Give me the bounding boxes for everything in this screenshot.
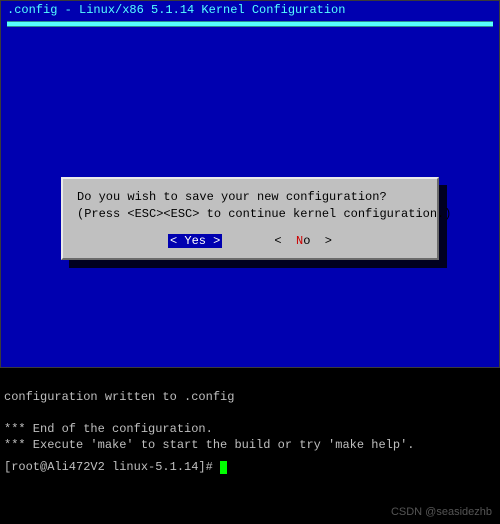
shell-prompt-line[interactable]: [root@Ali472V2 linux-5.1.14]# <box>4 459 496 475</box>
screen: .config - Linux/x86 5.1.14 Kernel Config… <box>0 0 500 524</box>
term-line-end: *** End of the configuration. <box>4 422 213 436</box>
yes-button[interactable]: < Yes > <box>168 234 222 248</box>
no-open: < <box>274 234 296 248</box>
dialog-line-2: (Press <ESC><ESC> to continue kernel con… <box>77 207 451 221</box>
dialog-button-row: < Yes > < No > <box>77 234 423 250</box>
yes-hotkey: Y <box>184 234 191 248</box>
watermark: CSDN @seasidezhb <box>391 505 492 520</box>
term-line-written: configuration written to .config <box>4 390 234 404</box>
save-config-dialog: Do you wish to save your new configurati… <box>61 177 439 260</box>
dialog-message: Do you wish to save your new configurati… <box>77 189 423 224</box>
save-dialog-wrap: Do you wish to save your new configurati… <box>61 177 439 260</box>
dialog-line-1: Do you wish to save your new configurati… <box>77 190 387 204</box>
terminal-output: configuration written to .config *** End… <box>0 368 500 524</box>
no-rest: o > <box>303 234 332 248</box>
menuconfig-area: .config - Linux/x86 5.1.14 Kernel Config… <box>0 0 500 368</box>
cursor-icon <box>220 461 227 474</box>
shell-prompt: [root@Ali472V2 linux-5.1.14]# <box>4 460 220 474</box>
term-line-make: *** Execute 'make' to start the build or… <box>4 438 414 452</box>
yes-open: < <box>170 234 184 248</box>
window-title: .config - Linux/x86 5.1.14 Kernel Config… <box>1 1 499 19</box>
title-separator <box>7 21 493 27</box>
yes-rest: es > <box>192 234 221 248</box>
no-button[interactable]: < No > <box>274 234 332 248</box>
